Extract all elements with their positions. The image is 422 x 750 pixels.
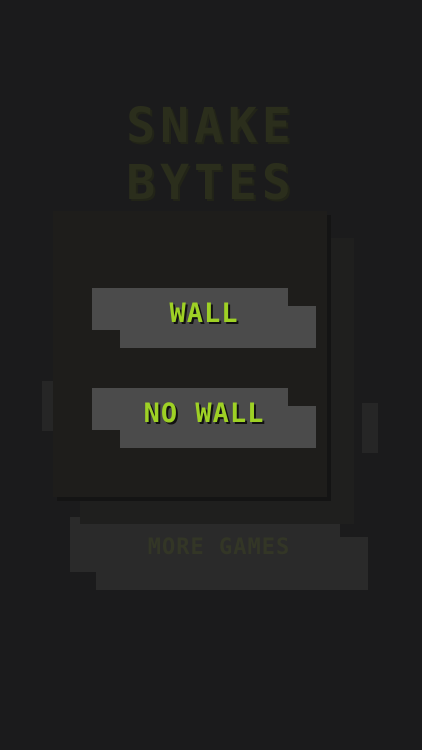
backdrop-edge-right [362, 403, 378, 453]
more-games-label: MORE GAMES [147, 535, 291, 560]
no-wall-button-label: NO WALL [143, 398, 265, 429]
mode-dialog [53, 211, 327, 497]
game-title-line-1: SNAKE [126, 98, 296, 154]
no-wall-mode-button[interactable]: NO WALL [92, 388, 316, 448]
wall-button-label: WALL [169, 298, 239, 329]
game-title-line-2: BYTES [126, 155, 296, 211]
wall-mode-button[interactable]: WALL [92, 288, 316, 348]
